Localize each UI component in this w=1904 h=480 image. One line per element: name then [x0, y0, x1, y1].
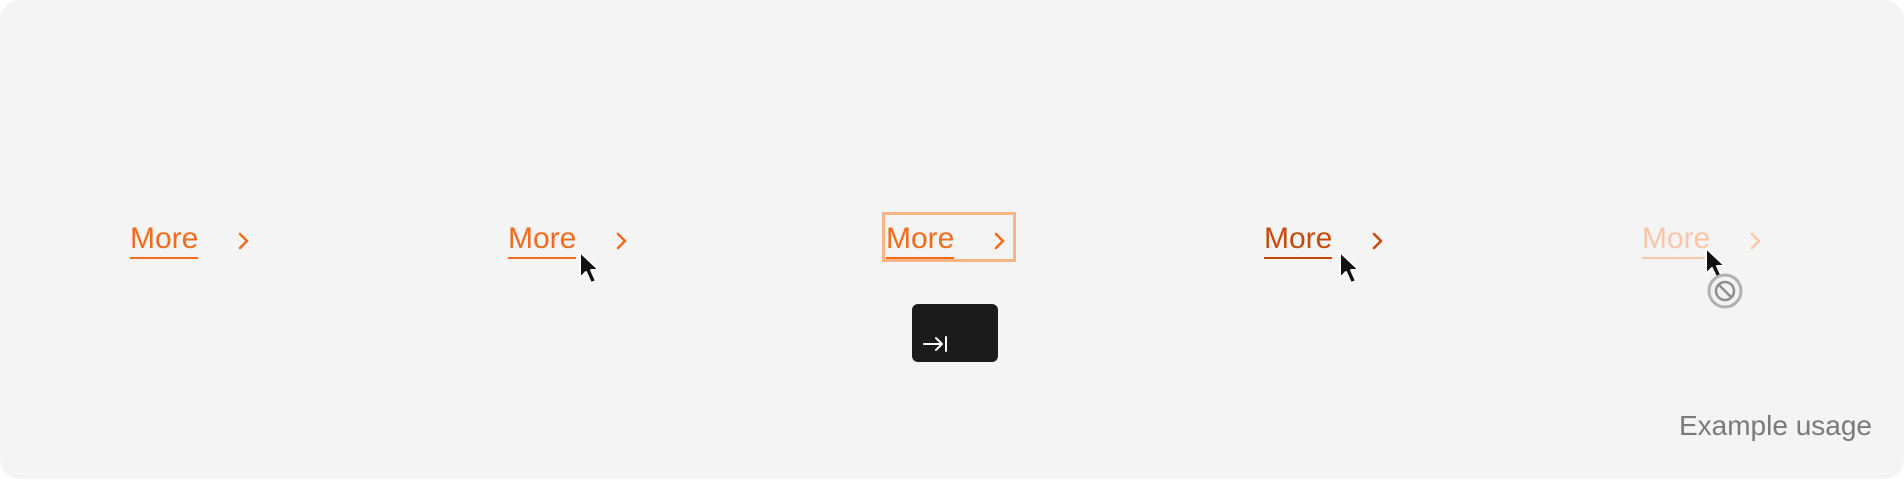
not-allowed-cursor-icon [1707, 273, 1743, 309]
chevron-right-icon [1744, 230, 1766, 252]
more-link-label: More [1642, 222, 1711, 259]
more-link-label: More [130, 222, 199, 259]
chevron-right-icon [232, 230, 254, 252]
example-panel: More More More More More Example usage [0, 0, 1904, 479]
more-link-label: More [886, 222, 955, 259]
pointer-cursor-icon [1339, 251, 1360, 284]
more-link-label: More [1264, 222, 1333, 259]
chevron-right-icon [1366, 230, 1388, 252]
chevron-right-icon [610, 230, 632, 252]
example-usage-note: Example usage [1678, 410, 1872, 441]
more-link-default[interactable]: More [130, 222, 254, 259]
more-link-hover[interactable]: More [508, 222, 632, 259]
more-link-pressed[interactable]: More [1264, 222, 1388, 259]
chevron-right-icon [988, 230, 1010, 252]
tab-key [912, 304, 998, 362]
pointer-cursor-icon [579, 251, 600, 284]
more-link-focus[interactable]: More [886, 222, 1010, 259]
tab-key-icon [923, 336, 947, 352]
more-link-label: More [508, 222, 577, 259]
